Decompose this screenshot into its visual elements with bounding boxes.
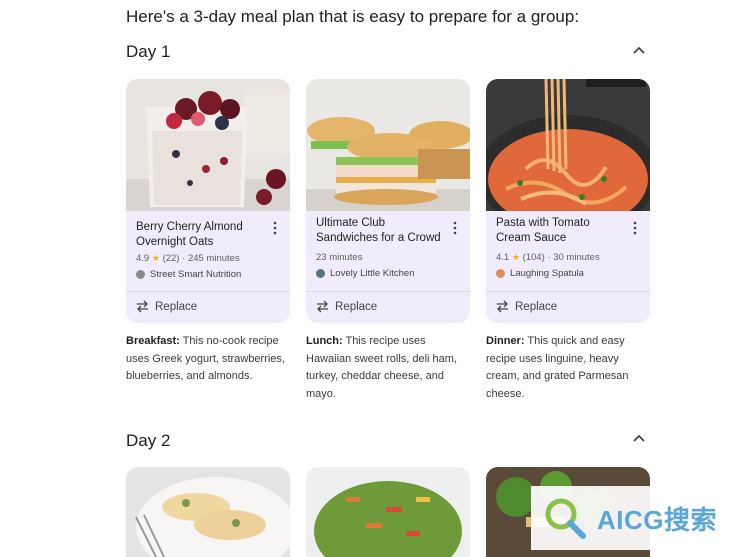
more-options-icon[interactable] <box>272 221 278 235</box>
watermark-text: AICG搜索 <box>597 504 718 535</box>
replace-button[interactable]: Replace <box>496 300 557 313</box>
replace-button[interactable]: Replace <box>316 300 377 313</box>
meal-label: Breakfast: <box>126 335 180 347</box>
search-magnifier-logo-icon <box>545 498 586 539</box>
recipe-image <box>306 467 470 557</box>
recipe-meta: 4.1 ★ (104) · 30 minutes <box>496 252 600 263</box>
more-options-icon[interactable] <box>452 221 458 235</box>
source-name: Laughing Spatula <box>510 268 584 279</box>
day-1-title: Day 1 <box>126 42 171 61</box>
recipe-image-sandwich <box>306 79 470 211</box>
recipe-card-overnight-oats[interactable]: Berry Cherry Almond Overnight Oats 4.9 ★… <box>126 79 290 323</box>
recipe-source[interactable]: Laughing Spatula <box>496 268 584 279</box>
chevron-up-icon <box>633 46 645 54</box>
breakfast-description: Breakfast: This no-cook recipe uses Gree… <box>126 333 292 386</box>
day-2-title: Day 2 <box>126 431 171 450</box>
replace-label: Replace <box>335 300 378 313</box>
recipe-image <box>126 467 290 557</box>
swap-icon <box>137 300 148 313</box>
swap-icon <box>497 300 508 313</box>
star-icon: ★ <box>511 252 520 262</box>
recipe-image-pasta <box>486 79 650 211</box>
source-logo-icon <box>136 270 145 279</box>
recipe-meta: 4.9 ★ (22) · 245 minutes <box>136 253 240 264</box>
review-count: (104) <box>522 252 545 263</box>
review-count: (22) <box>162 253 180 264</box>
dinner-description: Dinner: This quick and easy recipe uses … <box>486 333 652 403</box>
recipe-card-pasta[interactable]: Pasta with Tomato Cream Sauce 4.1 ★ (104… <box>486 79 650 323</box>
cook-time: 30 minutes <box>553 252 600 263</box>
rating-value: 4.1 <box>496 252 510 263</box>
source-logo-icon <box>316 269 325 278</box>
recipe-card-day2-2[interactable] <box>306 467 470 557</box>
meal-label: Lunch: <box>306 335 343 347</box>
meal-label: Dinner: <box>486 335 525 347</box>
star-icon: ★ <box>151 253 160 263</box>
recipe-card-day2-1[interactable] <box>126 467 290 557</box>
recipe-source[interactable]: Lovely Little Kitchen <box>316 268 415 279</box>
collapse-day-1-button[interactable] <box>630 42 648 60</box>
cook-time: 245 minutes <box>187 253 240 264</box>
recipe-title[interactable]: Berry Cherry Almond Overnight Oats <box>136 220 262 249</box>
source-name: Lovely Little Kitchen <box>330 268 415 279</box>
card-divider <box>486 291 650 292</box>
more-options-icon[interactable] <box>632 221 638 235</box>
rating-value: 4.9 <box>136 253 150 264</box>
chevron-up-icon <box>633 434 645 442</box>
replace-button[interactable]: Replace <box>136 300 197 313</box>
source-logo-icon <box>496 269 505 278</box>
recipe-source[interactable]: Street Smart Nutrition <box>136 269 241 280</box>
recipe-card-club-sandwiches[interactable]: Ultimate Club Sandwiches for a Crowd 23 … <box>306 79 470 323</box>
lunch-description: Lunch: This recipe uses Hawaiian sweet r… <box>306 333 472 403</box>
replace-label: Replace <box>155 300 198 313</box>
replace-label: Replace <box>515 300 558 313</box>
intro-text: Here's a 3-day meal plan that is easy to… <box>126 7 580 26</box>
cook-time: 23 minutes <box>316 252 363 263</box>
card-divider <box>306 291 470 292</box>
card-divider <box>126 291 290 292</box>
recipe-meta: 23 minutes <box>316 252 362 263</box>
watermark: AICG搜索 <box>531 486 732 550</box>
recipe-title[interactable]: Pasta with Tomato Cream Sauce <box>496 216 622 245</box>
recipe-title[interactable]: Ultimate Club Sandwiches for a Crowd <box>316 216 442 245</box>
recipe-image-oats <box>126 79 290 211</box>
collapse-day-2-button[interactable] <box>630 430 648 448</box>
source-name: Street Smart Nutrition <box>150 269 242 280</box>
swap-icon <box>317 300 328 313</box>
